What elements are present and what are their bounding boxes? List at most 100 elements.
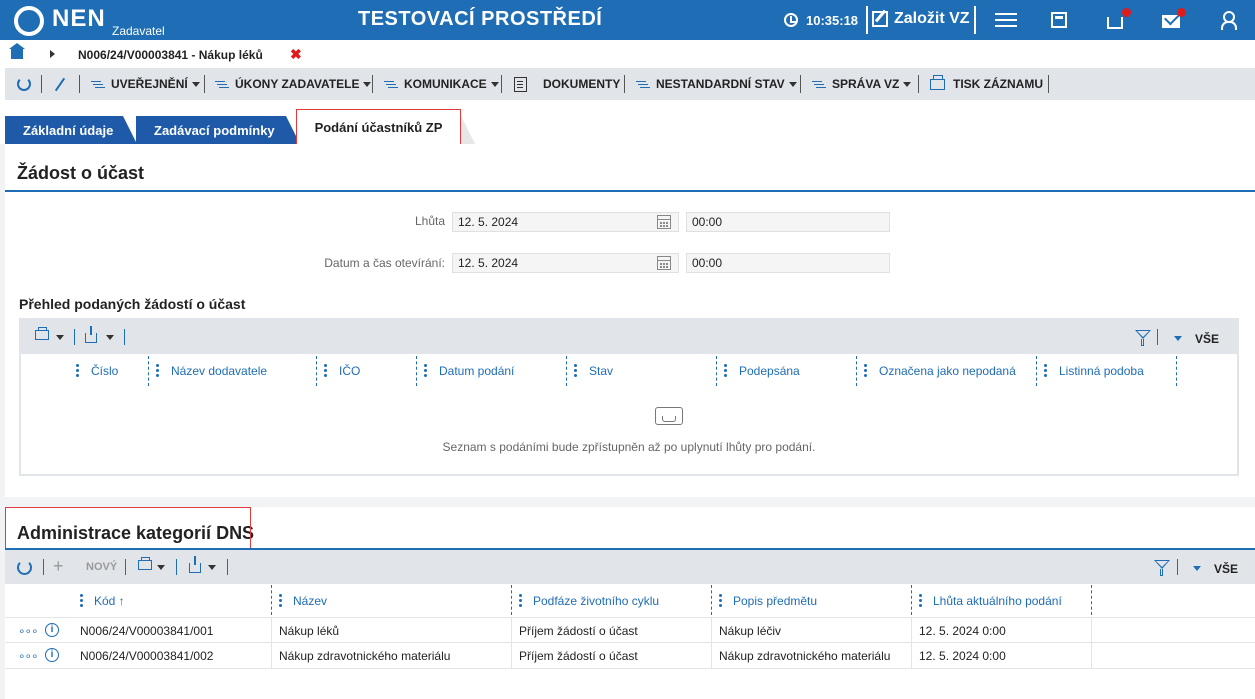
user-icon[interactable] — [1221, 11, 1237, 30]
column-header-nazev[interactable]: Název — [293, 594, 327, 608]
info-icon[interactable]: i — [45, 623, 59, 637]
column-header[interactable]: Podepsána — [739, 364, 800, 378]
create-vz-label: Založit VZ — [894, 10, 970, 27]
column-header-kod[interactable]: Kód ↑ — [94, 594, 125, 608]
more-options-icon[interactable]: ∘∘∘ — [18, 624, 39, 638]
new-button[interactable]: NOVÝ — [86, 561, 117, 573]
chevron-down-icon[interactable] — [208, 565, 216, 570]
mail-icon[interactable] — [1162, 15, 1180, 28]
zadost-o-ucast-panel: Žádost o účast Lhůta 12. 5. 2024 00:00 D… — [5, 144, 1255, 497]
info-icon[interactable]: i — [45, 648, 59, 662]
create-vz-button[interactable]: Založit VZ — [872, 10, 970, 28]
tab-podani-ucastniku[interactable]: Podání účastníků ZP — [296, 109, 461, 145]
chevron-down-icon[interactable] — [1193, 566, 1201, 571]
ukony-label: ÚKONY ZADAVATELE — [235, 77, 360, 91]
komunikace-menu[interactable]: KOMUNIKACE — [384, 68, 499, 100]
otevirani-time-field[interactable]: 00:00 — [686, 253, 890, 273]
column-header[interactable]: Stav — [589, 364, 613, 378]
lhuta-date-field[interactable]: 12. 5. 2024 — [452, 212, 679, 232]
column-menu-icon[interactable] — [719, 594, 722, 607]
tisk-zaznamu-button[interactable]: TISK ZÁZNAMU — [930, 68, 1043, 100]
document-icon — [514, 76, 527, 92]
chevron-down-icon[interactable] — [106, 335, 114, 340]
column-menu-icon[interactable] — [279, 594, 282, 607]
column-header[interactable]: Datum podání — [439, 364, 514, 378]
column-menu-icon[interactable] — [76, 364, 79, 377]
show-all-button[interactable]: VŠE — [1195, 332, 1219, 346]
column-header[interactable]: Listinná podoba — [1059, 364, 1144, 378]
calendar-icon[interactable] — [657, 256, 671, 270]
tab-zakladni-udaje[interactable]: Základní údaje — [5, 116, 137, 144]
printer-icon[interactable] — [35, 327, 49, 340]
pencil-icon — [54, 77, 66, 91]
nestandardni-stav-menu[interactable]: NESTANDARDNÍ STAV — [636, 68, 797, 100]
table-row[interactable]: ∘∘∘ i N006/24/V00003841/001 Nákup léků P… — [5, 617, 1255, 644]
column-menu-icon[interactable] — [864, 364, 867, 377]
show-all-button[interactable]: VŠE — [1214, 562, 1238, 576]
column-menu-icon[interactable] — [574, 364, 577, 377]
filter-icon-stem — [1141, 339, 1144, 346]
prehled-title: Přehled podaných žádostí o účast — [19, 296, 246, 312]
dokumenty-button[interactable]: DOKUMENTY — [514, 68, 620, 100]
sprava-vz-menu[interactable]: SPRÁVA VZ — [812, 68, 912, 100]
plus-icon[interactable]: + — [53, 556, 64, 577]
chevron-down-icon[interactable] — [1174, 336, 1182, 341]
export-icon[interactable] — [189, 556, 201, 573]
column-menu-icon[interactable] — [324, 364, 327, 377]
breadcrumb-item[interactable]: N006/24/V00003841 - Nákup léků — [78, 48, 263, 62]
column-header[interactable]: IČO — [339, 364, 360, 378]
tab-bar: Základní údaje Zadávací podmínky Podání … — [0, 100, 1255, 145]
printer-icon[interactable] — [138, 557, 152, 570]
cell-kod: N006/24/V00003841/002 — [80, 649, 214, 663]
more-options-icon[interactable]: ∘∘∘ — [18, 649, 39, 663]
list-icon — [91, 78, 105, 90]
refresh-icon[interactable] — [17, 560, 32, 575]
column-menu-icon[interactable] — [519, 594, 522, 607]
column-menu-icon[interactable] — [919, 594, 922, 607]
section-rule — [5, 190, 1255, 192]
list-icon — [384, 78, 398, 90]
export-icon[interactable] — [85, 326, 97, 343]
column-header-podfaze[interactable]: Podfáze životního cyklu — [533, 594, 659, 608]
otevirani-label: Datum a čas otevírání: — [324, 256, 445, 270]
home-icon[interactable] — [9, 43, 25, 59]
filter-icon[interactable] — [1135, 330, 1151, 339]
chevron-down-icon — [903, 81, 912, 87]
calendar-icon[interactable] — [657, 215, 671, 229]
column-menu-icon[interactable] — [80, 594, 83, 607]
printer-icon — [930, 74, 945, 90]
tab-zadavaci-podminky[interactable]: Zadávací podmínky — [136, 116, 300, 144]
clock-icon — [784, 13, 798, 27]
column-menu-icon[interactable] — [1044, 364, 1047, 377]
action-toolbar: UVEŘEJNĚNÍ ÚKONY ZADAVATELE KOMUNIKACE D… — [5, 68, 1255, 100]
edit-button[interactable] — [54, 68, 66, 100]
ukony-zadavatele-menu[interactable]: ÚKONY ZADAVATELE — [215, 68, 372, 100]
filter-icon[interactable] — [1154, 560, 1170, 569]
column-header[interactable]: Název dodavatele — [171, 364, 267, 378]
column-header[interactable]: Označena jako nepodaná — [879, 364, 1016, 378]
cell-nazev: Nákup léků — [279, 624, 340, 638]
chevron-down-icon[interactable] — [56, 335, 64, 340]
column-menu-icon[interactable] — [724, 364, 727, 377]
refresh-button[interactable] — [17, 68, 31, 100]
column-menu-icon[interactable] — [156, 364, 159, 377]
chevron-down-icon[interactable] — [157, 565, 165, 570]
column-menu-icon[interactable] — [424, 364, 427, 377]
dns-grid-toolbar: + NOVÝ VŠE — [5, 550, 1255, 584]
empty-inbox-icon — [655, 407, 683, 425]
inbox-icon[interactable] — [1107, 17, 1123, 29]
logo-text: NEN — [52, 5, 106, 32]
lhuta-time-field[interactable]: 00:00 — [686, 212, 890, 232]
column-header-lhuta[interactable]: Lhůta aktuálního podání — [933, 594, 1062, 608]
cell-podfaze: Příjem žádostí o účast — [519, 649, 638, 663]
chevron-down-icon — [363, 81, 372, 87]
menu-icon[interactable] — [995, 10, 1017, 30]
table-row[interactable]: ∘∘∘ i N006/24/V00003841/002 Nákup zdravo… — [5, 643, 1255, 669]
otevirani-date-field[interactable]: 12. 5. 2024 — [452, 253, 679, 273]
close-icon[interactable]: ✖ — [290, 46, 302, 63]
column-header-popis[interactable]: Popis předmětu — [733, 594, 817, 608]
calculator-icon[interactable] — [1051, 12, 1067, 28]
column-header[interactable]: Číslo — [91, 364, 118, 378]
section-title: Žádost o účast — [17, 163, 145, 183]
uverejneni-menu[interactable]: UVEŘEJNĚNÍ — [91, 68, 200, 100]
